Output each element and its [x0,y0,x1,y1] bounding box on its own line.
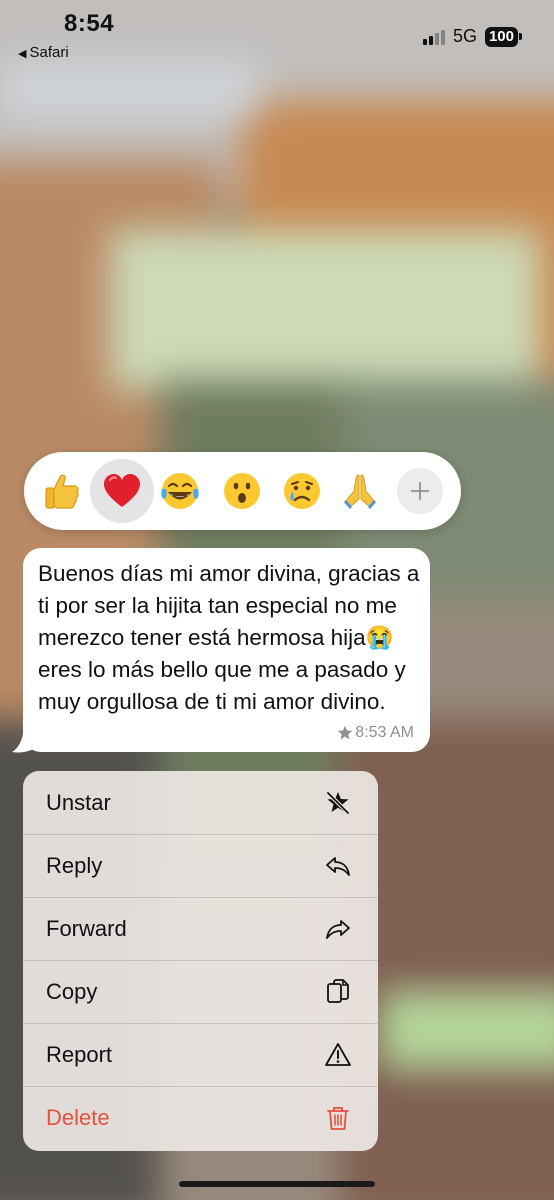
menu-label-copy: Copy [46,979,98,1004]
reply-icon [324,852,352,880]
menu-item-unstar[interactable]: Unstar [23,771,378,834]
crying-face-icon [284,473,320,509]
menu-label-reply: Reply [46,853,103,878]
folded-hands-icon [344,474,376,509]
battery-icon: 100 [484,26,522,47]
message-context-menu: Unstar Reply Forward Copy Report Delete [23,771,378,1151]
surprised-face-icon [224,473,260,509]
menu-item-report[interactable]: Report [23,1023,378,1086]
menu-item-reply[interactable]: Reply [23,834,378,897]
cellular-signal-icon [422,29,445,45]
message-text: Buenos días mi amor divina, gracias a ti… [38,561,420,714]
back-app-label: Safari [29,44,69,61]
back-to-app-link[interactable]: ◀ Safari [18,44,69,61]
wow-reaction[interactable] [210,459,274,523]
status-time: 8:54 [64,10,115,37]
menu-label-forward: Forward [46,916,127,941]
red-heart-icon [104,474,140,507]
unstar-icon [324,789,352,817]
menu-item-copy[interactable]: Copy [23,960,378,1023]
battery-level: 100 [484,26,518,47]
home-indicator[interactable] [179,1181,375,1187]
tears-of-joy-icon [161,473,199,509]
reaction-bar [24,452,461,530]
laugh-reaction[interactable] [148,459,212,523]
thumbs-up-icon [45,474,79,509]
thanks-reaction[interactable] [328,459,392,523]
sad-reaction[interactable] [270,459,334,523]
menu-item-delete[interactable]: Delete [23,1086,378,1149]
message-bubble[interactable]: Buenos días mi amor divina, gracias a ti… [23,548,430,752]
menu-label-delete: Delete [46,1105,110,1130]
back-triangle-icon: ◀ [18,48,27,60]
thumbs-up-reaction[interactable] [30,459,94,523]
status-indicators: 5G 100 [422,26,522,47]
copy-icon [324,978,352,1006]
message-meta: 8:53 AM [337,724,414,742]
star-icon [338,725,353,740]
add-reaction-button[interactable] [397,468,443,514]
menu-label-report: Report [46,1042,113,1067]
menu-label-unstar: Unstar [46,789,111,815]
warning-icon [324,1041,352,1069]
menu-item-forward[interactable]: Forward [23,897,378,960]
heart-reaction[interactable] [90,459,154,523]
forward-icon [324,915,352,943]
plus-icon [410,481,430,501]
trash-icon [324,1104,352,1132]
network-type: 5G [452,26,477,46]
message-time: 8:53 AM [355,724,414,741]
